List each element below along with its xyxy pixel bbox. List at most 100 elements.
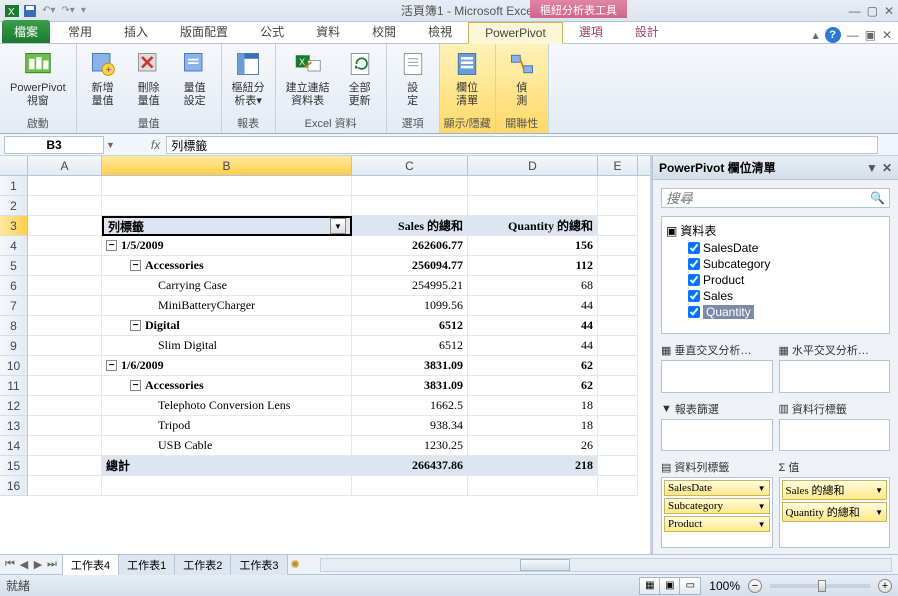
row-header[interactable]: 12 bbox=[0, 396, 28, 416]
slicer-v-box[interactable] bbox=[661, 360, 773, 393]
zoom-thumb[interactable] bbox=[818, 580, 826, 592]
tab-data[interactable]: 資料 bbox=[300, 20, 356, 43]
measure-settings-button[interactable]: 量值 設定 bbox=[173, 46, 217, 110]
cell[interactable] bbox=[598, 356, 638, 376]
filter-box[interactable] bbox=[661, 419, 773, 452]
cell[interactable] bbox=[598, 276, 638, 296]
pivot-qty-value[interactable]: 18 bbox=[468, 396, 598, 416]
search-icon[interactable]: 🔍 bbox=[870, 191, 885, 205]
cell[interactable] bbox=[598, 396, 638, 416]
formula-input[interactable]: 列標籤 bbox=[166, 136, 878, 154]
cell[interactable] bbox=[352, 196, 468, 216]
cell[interactable] bbox=[598, 416, 638, 436]
value-field-item[interactable]: Sales 的總和▼ bbox=[782, 480, 888, 500]
cell[interactable] bbox=[598, 436, 638, 456]
tab-powerpivot[interactable]: PowerPivot bbox=[468, 22, 563, 44]
pivot-total-qty[interactable]: 218 bbox=[468, 456, 598, 476]
filter-dropdown-icon[interactable]: ▼ bbox=[330, 218, 346, 234]
pivot-sales-value[interactable]: 1099.56 bbox=[352, 296, 468, 316]
zoom-level[interactable]: 100% bbox=[709, 579, 740, 593]
update-all-button[interactable]: 全部 更新 bbox=[338, 46, 382, 110]
scroll-thumb[interactable] bbox=[520, 559, 570, 571]
pivot-row-label[interactable]: −1/5/2009 bbox=[102, 236, 352, 256]
select-all-corner[interactable] bbox=[0, 156, 28, 175]
cell[interactable] bbox=[598, 336, 638, 356]
cell[interactable] bbox=[598, 176, 638, 196]
tab-options[interactable]: 選項 bbox=[563, 20, 619, 43]
col-header-C[interactable]: C bbox=[352, 156, 468, 175]
pivot-qty-header[interactable]: Quantity 的總和 bbox=[468, 216, 598, 236]
row-header[interactable]: 5 bbox=[0, 256, 28, 276]
pivot-qty-value[interactable]: 68 bbox=[468, 276, 598, 296]
cell[interactable] bbox=[28, 376, 102, 396]
tab-file[interactable]: 檔案 bbox=[2, 20, 50, 43]
cell[interactable] bbox=[598, 196, 638, 216]
pane-dropdown-icon[interactable]: ▼ bbox=[866, 161, 878, 175]
cell[interactable] bbox=[468, 176, 598, 196]
minimize-icon[interactable]: ― bbox=[849, 4, 861, 18]
cell[interactable] bbox=[28, 236, 102, 256]
pivot-row-label[interactable]: Slim Digital bbox=[102, 336, 352, 356]
pivot-qty-value[interactable]: 44 bbox=[468, 316, 598, 336]
cell[interactable] bbox=[28, 276, 102, 296]
horizontal-scrollbar[interactable] bbox=[320, 558, 892, 572]
create-linked-table-button[interactable]: X建立連結 資料表 bbox=[280, 46, 336, 110]
pivot-sales-value[interactable]: 1662.5 bbox=[352, 396, 468, 416]
pivot-row-label[interactable]: −Accessories bbox=[102, 256, 352, 276]
collapse-icon[interactable]: − bbox=[106, 360, 117, 371]
cell[interactable] bbox=[28, 396, 102, 416]
sheet-tab-0[interactable]: 工作表4 bbox=[62, 554, 119, 575]
pivot-sales-value[interactable]: 1230.25 bbox=[352, 436, 468, 456]
close-icon[interactable]: ✕ bbox=[884, 4, 894, 18]
row-header[interactable]: 13 bbox=[0, 416, 28, 436]
pivot-row-label[interactable]: −Digital bbox=[102, 316, 352, 336]
name-box[interactable]: B3 bbox=[4, 136, 104, 154]
cell[interactable] bbox=[598, 376, 638, 396]
row-header[interactable]: 1 bbox=[0, 176, 28, 196]
sheet-tab-3[interactable]: 工作表3 bbox=[230, 554, 287, 575]
rows-box[interactable]: SalesDate▼Subcategory▼Product▼ bbox=[661, 477, 773, 548]
field-search-input[interactable] bbox=[666, 191, 870, 206]
field-tree[interactable]: ▣資料表 SalesDate Subcategory Product Sales… bbox=[661, 216, 890, 334]
cell[interactable] bbox=[28, 416, 102, 436]
slicer-h-box[interactable] bbox=[779, 360, 891, 393]
pivot-qty-value[interactable]: 26 bbox=[468, 436, 598, 456]
cell[interactable] bbox=[28, 476, 102, 496]
cell[interactable] bbox=[598, 296, 638, 316]
value-field-item[interactable]: Quantity 的總和▼ bbox=[782, 502, 888, 522]
tab-nav-next-icon[interactable]: ▶ bbox=[32, 558, 44, 571]
tab-insert[interactable]: 插入 bbox=[108, 20, 164, 43]
settings-button[interactable]: 設 定 bbox=[391, 46, 435, 110]
cell[interactable] bbox=[598, 236, 638, 256]
cell[interactable] bbox=[28, 176, 102, 196]
cell[interactable] bbox=[28, 196, 102, 216]
pivot-qty-value[interactable]: 112 bbox=[468, 256, 598, 276]
name-box-dropdown-icon[interactable]: ▼ bbox=[106, 140, 115, 150]
doc-close-icon[interactable]: ✕ bbox=[882, 28, 892, 42]
cell[interactable] bbox=[28, 256, 102, 276]
cell[interactable] bbox=[28, 436, 102, 456]
powerpivot-window-button[interactable]: PowerPivot 視窗 bbox=[4, 46, 72, 110]
pivot-qty-value[interactable]: 156 bbox=[468, 236, 598, 256]
qat-customize-icon[interactable]: ▾ bbox=[81, 5, 86, 16]
cell[interactable] bbox=[598, 216, 638, 236]
undo-icon[interactable]: ↶▾ bbox=[42, 5, 55, 16]
pivot-sales-value[interactable]: 3831.09 bbox=[352, 376, 468, 396]
collapse-icon[interactable]: − bbox=[106, 240, 117, 251]
row-header[interactable]: 10 bbox=[0, 356, 28, 376]
worksheet-grid[interactable]: A B C D E 123列標籤▼Sales 的總和Quantity 的總和4−… bbox=[0, 156, 652, 554]
field-quantity[interactable]: Quantity bbox=[666, 304, 885, 320]
pivot-sales-value[interactable]: 6512 bbox=[352, 336, 468, 356]
tab-formula[interactable]: 公式 bbox=[244, 20, 300, 43]
tab-home[interactable]: 常用 bbox=[52, 20, 108, 43]
field-salesdate[interactable]: SalesDate bbox=[666, 240, 885, 256]
minimize-ribbon-icon[interactable]: ▴ bbox=[813, 28, 819, 42]
cell[interactable] bbox=[468, 196, 598, 216]
cell[interactable] bbox=[598, 316, 638, 336]
doc-minimize-icon[interactable]: ― bbox=[847, 28, 859, 42]
pivot-row-label[interactable]: −1/6/2009 bbox=[102, 356, 352, 376]
sheet-tab-1[interactable]: 工作表1 bbox=[118, 554, 175, 575]
fx-icon[interactable]: fx bbox=[151, 138, 160, 152]
col-header-B[interactable]: B bbox=[102, 156, 352, 175]
row-header[interactable]: 15 bbox=[0, 456, 28, 476]
